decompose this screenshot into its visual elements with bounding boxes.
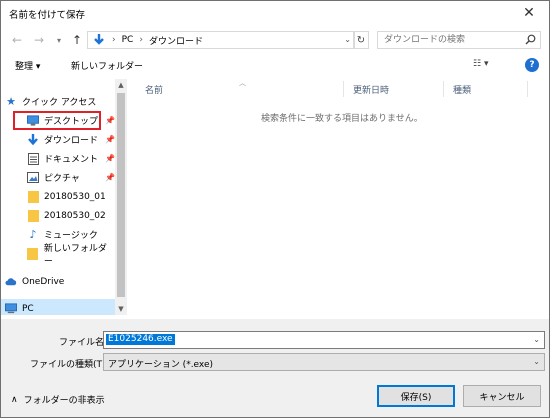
- document-icon: [27, 152, 39, 165]
- pin-icon: 📌: [105, 173, 115, 182]
- breadcrumb-pc[interactable]: PC: [122, 35, 134, 45]
- column-divider: [443, 81, 444, 97]
- search-input[interactable]: [384, 33, 524, 47]
- sidebar-item-onedrive[interactable]: OneDrive: [1, 272, 115, 291]
- scroll-up-icon[interactable]: ▲: [115, 79, 127, 91]
- sidebar-item-label: 20180530_01: [44, 191, 106, 202]
- sidebar-item-label: ダウンロード: [44, 136, 99, 146]
- view-options-button[interactable]: ☷ ▾: [473, 59, 488, 69]
- chevron-up-icon: ∧: [11, 394, 18, 405]
- address-bar[interactable]: › PC › ダウンロード ⌄: [87, 31, 355, 49]
- sidebar-item-new-folder[interactable]: 新しいフォルダー: [1, 244, 115, 267]
- cloud-icon: [5, 276, 17, 288]
- up-arrow-icon: ↑: [71, 33, 83, 47]
- back-button[interactable]: ←: [9, 32, 25, 48]
- navigation-bar: ← → ▾ ↑ › PC › ダウンロード ⌄ ↻: [1, 27, 549, 53]
- scrollbar-thumb[interactable]: [117, 93, 125, 297]
- new-folder-button[interactable]: 新しいフォルダー: [71, 59, 143, 72]
- help-button[interactable]: ?: [525, 58, 539, 72]
- sidebar-item-label: ドキュメント: [44, 155, 99, 165]
- column-header-modified[interactable]: 更新日時: [353, 79, 389, 99]
- save-options-panel: ファイル名(N): E1025246.exe ⌄ ファイルの種類(T): アプリ…: [1, 319, 549, 417]
- desktop-highlight-box: [13, 111, 101, 130]
- title-bar: 名前を付けて保存 ✕: [1, 1, 549, 27]
- pc-icon: [5, 303, 17, 315]
- cancel-button[interactable]: キャンセル: [463, 385, 541, 407]
- up-button[interactable]: ↑: [69, 32, 85, 48]
- details-view-icon: ☷: [473, 59, 482, 69]
- back-arrow-icon: ←: [11, 33, 23, 47]
- hide-folders-label: フォルダーの非表示: [23, 396, 105, 406]
- organize-button[interactable]: 整理 ▾: [15, 59, 40, 72]
- window-title: 名前を付けて保存: [9, 10, 86, 21]
- sidebar-item-label: ミュージック: [44, 231, 98, 241]
- download-icon: [27, 133, 39, 146]
- sidebar-item-downloads[interactable]: ダウンロード 📌: [1, 130, 115, 149]
- column-divider: [527, 81, 528, 97]
- sidebar-item-folder-20180530-01[interactable]: 20180530_01: [1, 187, 115, 206]
- pin-icon: 📌: [105, 116, 115, 125]
- hide-folders-button[interactable]: ∧ フォルダーの非表示: [11, 393, 105, 407]
- breadcrumb-downloads[interactable]: ダウンロード: [149, 34, 203, 47]
- command-bar: 整理 ▾ 新しいフォルダー ☷ ▾ ?: [1, 55, 549, 77]
- refresh-icon: ↻: [356, 34, 366, 46]
- navigation-scrollbar[interactable]: ▲ ▼: [115, 79, 127, 315]
- refresh-button[interactable]: ↻: [353, 31, 369, 49]
- chevron-down-icon: ▾: [56, 35, 61, 45]
- search-icon: [525, 34, 536, 45]
- help-icon: ?: [529, 60, 535, 70]
- scroll-down-icon[interactable]: ▼: [115, 303, 127, 315]
- pin-icon: 📌: [105, 154, 115, 163]
- sidebar-item-pictures[interactable]: ピクチャ 📌: [1, 168, 115, 187]
- file-list: ︿ 名前 更新日時 種類 検索条件に一致する項目はありません。: [131, 79, 549, 315]
- recent-locations-button[interactable]: ▾: [51, 32, 67, 48]
- folder-icon: [27, 190, 39, 203]
- sidebar-item-label: クイック アクセス: [22, 98, 97, 108]
- sidebar-item-label: OneDrive: [22, 276, 65, 287]
- forward-button[interactable]: →: [31, 32, 47, 48]
- filetype-select[interactable]: アプリケーション (*.exe) ⌄: [103, 353, 545, 371]
- forward-arrow-icon: →: [33, 33, 45, 47]
- sidebar-item-pc[interactable]: PC: [1, 299, 115, 315]
- column-header-type[interactable]: 種類: [453, 79, 471, 99]
- sidebar-item-label: 新しいフォルダー: [43, 243, 107, 267]
- save-button[interactable]: 保存(S): [377, 385, 455, 407]
- close-button[interactable]: ✕: [509, 1, 549, 25]
- close-icon: ✕: [523, 5, 535, 21]
- sidebar-item-quick-access[interactable]: ★ クイック アクセス: [1, 92, 115, 111]
- folder-icon: [27, 209, 39, 222]
- sidebar-item-documents[interactable]: ドキュメント 📌: [1, 149, 115, 168]
- star-icon: ★: [6, 95, 16, 108]
- download-folder-icon: [94, 34, 104, 45]
- folder-icon: [27, 247, 39, 260]
- sidebar-item-label: 20180530_02: [44, 210, 106, 221]
- chevron-down-icon: ⌄: [533, 357, 540, 366]
- address-dropdown-icon[interactable]: ⌄: [344, 35, 351, 44]
- picture-icon: [27, 172, 39, 184]
- filename-field[interactable]: E1025246.exe ⌄: [103, 331, 545, 349]
- filetype-value: アプリケーション (*.exe): [108, 360, 214, 370]
- filename-value[interactable]: E1025246.exe: [106, 334, 175, 345]
- save-as-dialog: 名前を付けて保存 ✕ ← → ▾ ↑ › PC › ダウンロード ⌄ ↻ 整理 …: [0, 0, 550, 418]
- column-header-name[interactable]: 名前: [145, 79, 163, 99]
- breadcrumb-separator: ›: [139, 35, 143, 45]
- filetype-label: ファイルの種類(T):: [30, 360, 109, 370]
- sidebar-item-folder-20180530-02[interactable]: 20180530_02: [1, 206, 115, 225]
- search-box[interactable]: [377, 31, 541, 49]
- sidebar-item-label: ピクチャ: [44, 174, 80, 184]
- chevron-down-icon[interactable]: ⌄: [533, 335, 540, 344]
- sidebar-item-label: PC: [22, 303, 34, 314]
- empty-message: 検索条件に一致する項目はありません。: [261, 114, 423, 124]
- music-icon: ♪: [29, 228, 37, 241]
- column-divider: [343, 81, 344, 97]
- breadcrumb-separator: ›: [112, 35, 116, 45]
- sort-ascending-icon: ︿: [239, 79, 246, 87]
- pin-icon: 📌: [105, 135, 115, 144]
